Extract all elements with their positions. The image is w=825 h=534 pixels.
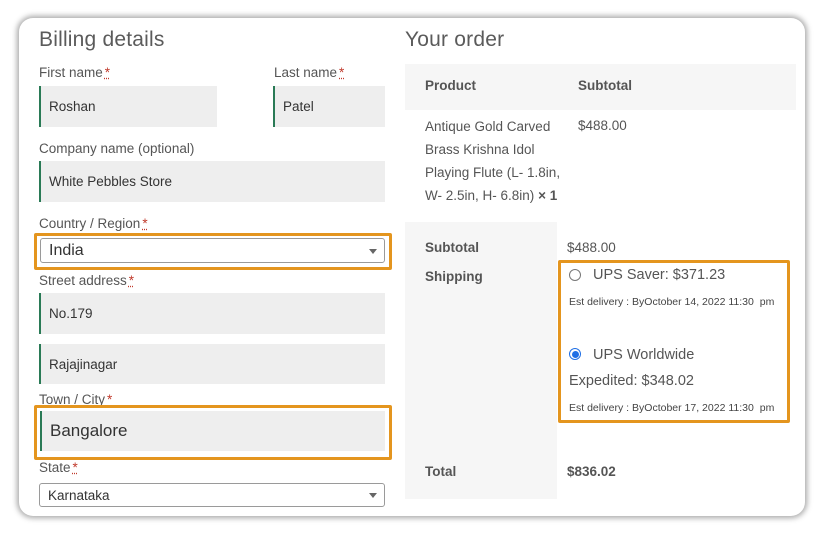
country-label-text: Country / Region bbox=[39, 216, 141, 231]
street-line2-value: Rajajinagar bbox=[49, 356, 118, 372]
ups-saver-delivery-text: Est delivery : ByOctober 14, 2022 11:30 bbox=[569, 296, 754, 308]
ups-saver-radio[interactable] bbox=[569, 269, 581, 281]
ups-worldwide-label-cont[interactable]: Expedited: $348.02 bbox=[569, 373, 694, 389]
company-input[interactable]: White Pebbles Store bbox=[39, 161, 385, 202]
required-mark: * bbox=[72, 460, 78, 475]
shipping-options-highlight bbox=[558, 260, 790, 423]
item-name-line: Antique Gold Carved bbox=[425, 119, 551, 134]
state-label: State * bbox=[39, 460, 78, 475]
ups-worldwide-radio[interactable] bbox=[569, 348, 581, 360]
street-line2-input[interactable]: Rajajinagar bbox=[39, 344, 385, 384]
street-line1-value: No.179 bbox=[49, 306, 93, 321]
state-value: Karnataka bbox=[48, 487, 110, 503]
item-name-line: Playing Flute (L- 1.8in, bbox=[425, 165, 561, 180]
ups-saver-delivery: Est delivery : ByOctober 14, 2022 11:30 … bbox=[569, 296, 774, 308]
checkout-card: Billing details First name * Roshan Last … bbox=[19, 18, 805, 516]
last-name-label-text: Last name bbox=[274, 65, 338, 80]
street-label: Street address * bbox=[39, 273, 134, 288]
town-input[interactable]: Bangalore bbox=[40, 411, 385, 451]
first-name-label-text: First name bbox=[39, 65, 103, 80]
first-name-input[interactable]: Roshan bbox=[39, 86, 217, 127]
subtotal-label: Subtotal bbox=[425, 240, 479, 255]
ups-saver-delivery-suffix: pm bbox=[759, 296, 775, 308]
company-value: White Pebbles Store bbox=[49, 174, 173, 189]
chevron-down-icon bbox=[369, 248, 377, 254]
ups-worldwide-delivery-suffix: pm bbox=[759, 402, 775, 414]
col-subtotal-header: Subtotal bbox=[578, 78, 632, 93]
order-totals-bg bbox=[405, 222, 557, 499]
subtotal-value: $488.00 bbox=[567, 240, 616, 255]
state-label-text: State bbox=[39, 460, 71, 475]
ups-worldwide-label[interactable]: UPS Worldwide bbox=[593, 347, 694, 363]
required-mark: * bbox=[339, 65, 345, 80]
total-value: $836.02 bbox=[567, 464, 616, 479]
town-value: Bangalore bbox=[50, 421, 128, 440]
last-name-input[interactable]: Patel bbox=[273, 86, 385, 127]
state-select[interactable]: Karnataka bbox=[39, 483, 385, 507]
required-mark: * bbox=[142, 216, 148, 231]
ups-worldwide-delivery-text: Est delivery : ByOctober 17, 2022 11:30 bbox=[569, 402, 754, 414]
last-name-value: Patel bbox=[283, 99, 314, 114]
required-mark: * bbox=[104, 65, 111, 80]
order-title: Your order bbox=[405, 28, 505, 51]
total-label: Total bbox=[425, 464, 457, 479]
item-name-line: W- 2.5in, H- 6.8in) bbox=[425, 188, 535, 203]
col-product-header: Product bbox=[425, 78, 477, 93]
shipping-label: Shipping bbox=[425, 269, 483, 284]
order-item-name: Antique Gold Carved Brass Krishna Idol P… bbox=[425, 115, 565, 207]
ups-saver-label[interactable]: UPS Saver: $371.23 bbox=[593, 267, 725, 283]
billing-title: Billing details bbox=[39, 28, 165, 51]
order-item-price: $488.00 bbox=[578, 118, 627, 133]
street-line1-input[interactable]: No.179 bbox=[39, 293, 385, 334]
item-qty: × 1 bbox=[538, 188, 558, 203]
first-name-value: Roshan bbox=[49, 99, 96, 114]
item-name-line: Brass Krishna Idol bbox=[425, 142, 535, 157]
chevron-down-icon bbox=[369, 493, 377, 498]
company-label: Company name (optional) bbox=[39, 141, 195, 156]
street-label-text: Street address bbox=[39, 273, 127, 288]
required-mark: * bbox=[128, 273, 135, 288]
last-name-label: Last name * bbox=[274, 65, 344, 80]
country-label: Country / Region * bbox=[39, 216, 148, 231]
first-name-label: First name * bbox=[39, 65, 110, 80]
country-select[interactable]: India bbox=[40, 238, 385, 263]
ups-worldwide-delivery: Est delivery : ByOctober 17, 2022 11:30 … bbox=[569, 402, 774, 414]
country-value: India bbox=[49, 241, 84, 259]
